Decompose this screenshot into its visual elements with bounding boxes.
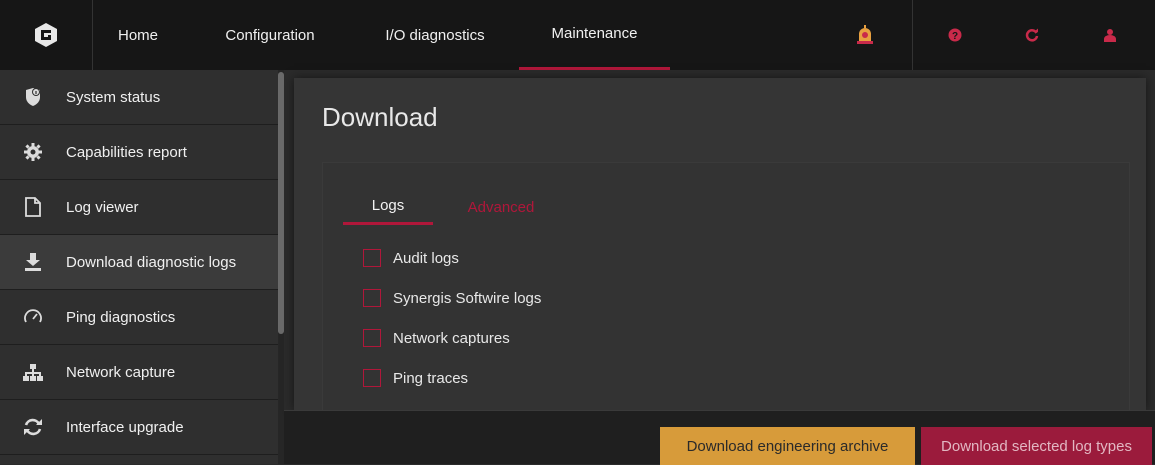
nav-configuration[interactable]: Configuration	[200, 0, 340, 70]
sidebar-item-download-diagnostic-logs[interactable]: Download diagnostic logs	[0, 235, 278, 290]
user-icon	[1104, 29, 1116, 42]
audit-logs-checkbox[interactable]	[363, 249, 381, 267]
nav-home-label: Home	[117, 26, 158, 44]
synergis-softwire-logs-checkbox[interactable]	[363, 289, 381, 307]
sidebar-item-system-status[interactable]: System status	[0, 70, 278, 125]
network-icon	[22, 361, 44, 383]
nav-configuration-label: Configuration	[225, 26, 315, 44]
tab-advanced[interactable]: Advanced	[451, 189, 551, 225]
tab-logs[interactable]: Logs	[343, 189, 433, 225]
sidebar-item-log-viewer[interactable]: Log viewer	[0, 180, 278, 235]
tab-logs-label: Logs	[371, 197, 405, 214]
document-icon	[22, 196, 44, 218]
sidebar-item-label: Network capture	[66, 363, 176, 381]
page-title: Download	[322, 102, 438, 132]
sidebar-item-label: Ping diagnostics	[66, 308, 176, 326]
shield-info-icon	[22, 86, 44, 108]
action-footer: Download engineering archive Download se…	[284, 410, 1155, 465]
tab-advanced-label: Advanced	[467, 198, 535, 216]
gear-icon	[22, 141, 44, 163]
sidebar-item-label: Download diagnostic logs	[66, 253, 237, 271]
log-option-audit-logs[interactable]: Audit logs	[363, 249, 459, 267]
download-engineering-archive-button[interactable]: Download engineering archive	[660, 427, 915, 465]
download-selected-log-types-button[interactable]: Download selected log types	[921, 427, 1152, 465]
download-panel: Download Logs Advanced Audit logs Synerg…	[294, 78, 1146, 412]
genetec-logo-icon	[35, 23, 57, 47]
nav-maintenance[interactable]: Maintenance	[519, 0, 670, 70]
download-icon	[22, 251, 44, 273]
svg-text:?: ?	[952, 31, 958, 42]
alarm-bell-icon	[857, 25, 873, 44]
download-options-card: Logs Advanced Audit logs Synergis Softwi…	[322, 162, 1130, 412]
top-navigation-bar: Home Configuration I/O diagnostics Maint…	[0, 0, 1155, 70]
gauge-icon	[22, 306, 44, 328]
sidebar-item-label: Log viewer	[66, 198, 139, 216]
app-logo[interactable]	[0, 0, 93, 70]
nav-io-diagnostics[interactable]: I/O diagnostics	[360, 0, 510, 70]
network-captures-checkbox[interactable]	[363, 329, 381, 347]
user-button[interactable]	[1085, 0, 1135, 70]
nav-io-diagnostics-label: I/O diagnostics	[385, 26, 485, 44]
ping-traces-checkbox[interactable]	[363, 369, 381, 387]
sidebar-item-capabilities-report[interactable]: Capabilities report	[0, 125, 278, 180]
nav-home[interactable]: Home	[92, 0, 184, 70]
log-option-label: Synergis Softwire logs	[393, 289, 542, 307]
help-button[interactable]: ?	[930, 0, 980, 70]
log-option-synergis-softwire-logs[interactable]: Synergis Softwire logs	[363, 289, 541, 307]
sidebar-item-label: Capabilities report	[66, 143, 187, 161]
header-divider	[912, 0, 913, 70]
refresh-icon	[22, 416, 44, 438]
log-option-label: Audit logs	[393, 249, 459, 267]
log-option-label: Ping traces	[393, 369, 469, 387]
sidebar-item-label: System status	[66, 88, 161, 106]
alarm-button[interactable]	[820, 0, 910, 70]
sidebar: System status Capabilities report Log vi…	[0, 70, 278, 464]
refresh-button[interactable]	[1007, 0, 1057, 70]
main-content: Download Logs Advanced Audit logs Synerg…	[284, 70, 1155, 412]
log-option-network-captures[interactable]: Network captures	[363, 329, 510, 347]
nav-maintenance-label: Maintenance	[551, 25, 638, 42]
sidebar-item-label: Interface upgrade	[66, 418, 184, 436]
log-option-label: Network captures	[393, 329, 510, 347]
sidebar-item-ping-diagnostics[interactable]: Ping diagnostics	[0, 290, 278, 345]
refresh-icon	[1025, 28, 1039, 42]
log-option-ping-traces[interactable]: Ping traces	[363, 369, 468, 387]
sidebar-item-network-capture[interactable]: Network capture	[0, 345, 278, 400]
help-icon: ?	[948, 28, 962, 42]
sidebar-item-interface-upgrade[interactable]: Interface upgrade	[0, 400, 278, 455]
